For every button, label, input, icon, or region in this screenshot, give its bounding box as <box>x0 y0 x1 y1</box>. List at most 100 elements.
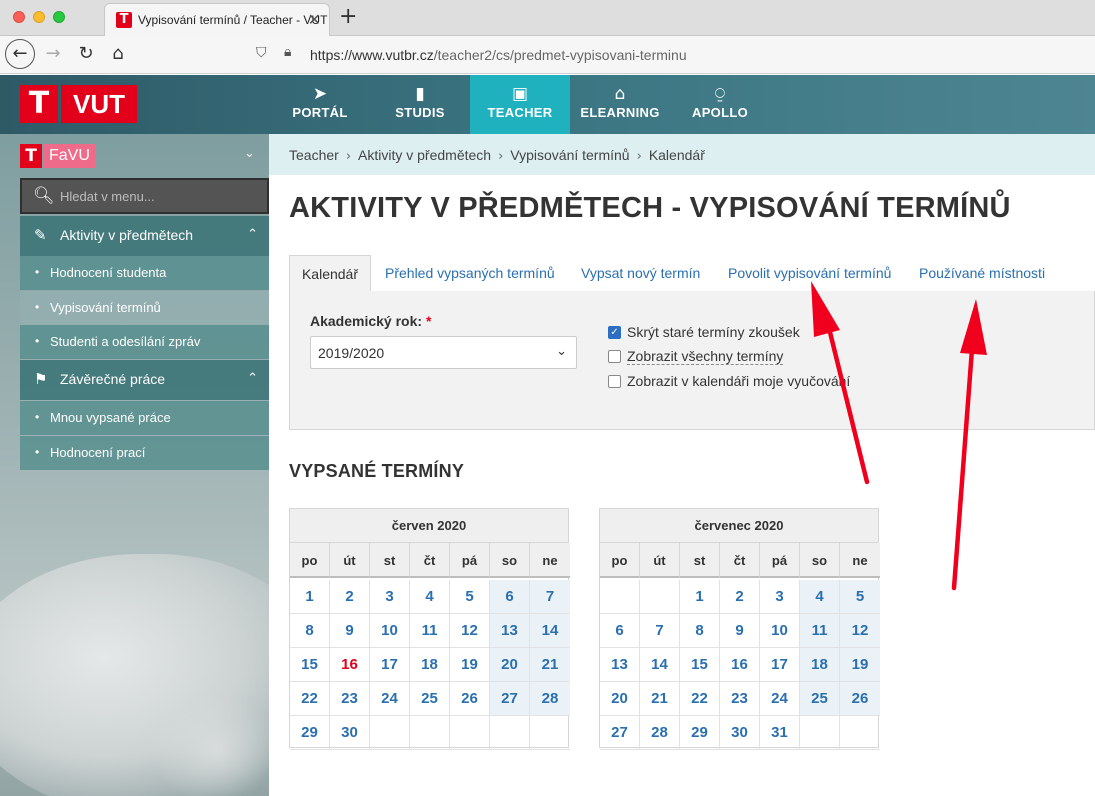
calendar-day[interactable]: 4 <box>800 580 840 614</box>
calendar-day[interactable]: 2 <box>720 580 760 614</box>
forward-arrow-icon[interactable]: → <box>38 39 68 69</box>
calendar-day[interactable]: 17 <box>370 648 410 682</box>
calendar-day[interactable]: 10 <box>370 614 410 648</box>
academic-year-select[interactable]: 2019/2020 ⌄ <box>310 336 577 369</box>
calendar-day[interactable]: 20 <box>600 682 640 716</box>
calendar-day[interactable]: 20 <box>490 648 530 682</box>
nav-teacher[interactable]: ▣ TEACHER <box>470 75 570 134</box>
calendar-day[interactable]: 8 <box>290 614 330 648</box>
calendar-day[interactable]: 26 <box>450 682 490 716</box>
nav-apollo[interactable]: ⍜ APOLLO <box>670 75 770 134</box>
calendar-day[interactable]: 5 <box>840 580 880 614</box>
sidebar-section-aktivity[interactable]: ✎ Aktivity v předmětech ⌃ <box>20 216 269 256</box>
close-tab-icon[interactable]: ✕ <box>308 10 321 30</box>
calendar-day[interactable]: 18 <box>410 648 450 682</box>
calendar-day[interactable]: 12 <box>840 614 880 648</box>
calendar-day[interactable]: 9 <box>330 614 370 648</box>
close-window-button[interactable] <box>13 11 25 23</box>
calendar-day[interactable]: 29 <box>290 716 330 750</box>
calendar-day[interactable]: 11 <box>410 614 450 648</box>
calendar-day[interactable]: 31 <box>760 716 800 750</box>
vut-logo[interactable]: T VUT <box>20 85 137 123</box>
calendar-day[interactable]: 14 <box>640 648 680 682</box>
sidebar-item-mnou-vypsane-prace[interactable]: • Mnou vypsané práce <box>20 401 269 435</box>
nav-portal[interactable]: ➤ PORTÁL <box>270 75 370 134</box>
calendar-day[interactable]: 24 <box>760 682 800 716</box>
calendar-day[interactable]: 22 <box>290 682 330 716</box>
calendar-day[interactable]: 27 <box>600 716 640 750</box>
calendar-day[interactable]: 9 <box>720 614 760 648</box>
calendar-day[interactable]: 28 <box>640 716 680 750</box>
calendar-day[interactable]: 29 <box>680 716 720 750</box>
calendar-day[interactable]: 25 <box>800 682 840 716</box>
back-arrow-icon[interactable]: ← <box>5 39 35 69</box>
sidebar-item-vypisovani-terminu[interactable]: • Vypisování termínů <box>20 291 269 325</box>
breadcrumb-item-teacher[interactable]: Teacher <box>289 147 339 163</box>
browser-tab[interactable]: T Vypisování termínů / Teacher - VUT ✕ <box>104 3 330 36</box>
calendar-day[interactable]: 1 <box>680 580 720 614</box>
calendar-day[interactable]: 27 <box>490 682 530 716</box>
chevron-down-icon[interactable]: ⌄ <box>244 146 255 161</box>
calendar-day[interactable]: 6 <box>600 614 640 648</box>
calendar-day[interactable]: 30 <box>330 716 370 750</box>
calendar-day[interactable]: 13 <box>490 614 530 648</box>
minimize-window-button[interactable] <box>33 11 45 23</box>
checkbox-unchecked[interactable] <box>608 375 621 388</box>
calendar-day[interactable]: 7 <box>530 580 570 614</box>
calendar-day[interactable]: 6 <box>490 580 530 614</box>
reload-icon[interactable]: ↻ <box>71 39 101 69</box>
nav-studis[interactable]: ▮ STUDIS <box>370 75 470 134</box>
calendar-day[interactable]: 16 <box>330 648 370 682</box>
calendar-day[interactable]: 4 <box>410 580 450 614</box>
tab-prehled-vypsanych-terminu[interactable]: Přehled vypsaných termínů <box>385 255 555 292</box>
calendar-day[interactable]: 30 <box>720 716 760 750</box>
calendar-day[interactable]: 2 <box>330 580 370 614</box>
sidebar-section-zaverecne-prace[interactable]: ⚑ Závěrečné práce ⌃ <box>20 360 269 400</box>
calendar-day[interactable]: 8 <box>680 614 720 648</box>
calendar-day[interactable]: 3 <box>370 580 410 614</box>
lock-icon[interactable]: 🔒︎ <box>284 44 291 60</box>
calendar-day[interactable]: 24 <box>370 682 410 716</box>
calendar-day[interactable]: 16 <box>720 648 760 682</box>
maximize-window-button[interactable] <box>53 11 65 23</box>
calendar-day[interactable]: 12 <box>450 614 490 648</box>
calendar-day[interactable]: 21 <box>640 682 680 716</box>
calendar-day[interactable]: 7 <box>640 614 680 648</box>
calendar-day[interactable]: 10 <box>760 614 800 648</box>
new-tab-button[interactable]: + <box>339 4 357 29</box>
calendar-day[interactable]: 28 <box>530 682 570 716</box>
faculty-selector[interactable]: T FaVU <box>20 144 95 168</box>
breadcrumb-item-aktivity[interactable]: Aktivity v předmětech <box>358 147 491 163</box>
address-bar[interactable]: ⛉ 🔒︎ https://www.vutbr.cz/teacher2/cs/pr… <box>248 41 1088 69</box>
calendar-day[interactable]: 18 <box>800 648 840 682</box>
calendar-day[interactable]: 19 <box>450 648 490 682</box>
sidebar-item-studenti[interactable]: • Studenti a odesílání zpráv <box>20 325 269 359</box>
calendar-day[interactable]: 21 <box>530 648 570 682</box>
checkbox-checked[interactable]: ✓ <box>608 326 621 339</box>
breadcrumb-item-vypisovani[interactable]: Vypisování termínů <box>510 147 629 163</box>
nav-elearning[interactable]: ⌂ ELEARNING <box>570 75 670 134</box>
calendar-day[interactable]: 23 <box>720 682 760 716</box>
sidebar-item-hodnoceni-studenta[interactable]: • Hodnocení studenta <box>20 256 269 290</box>
home-icon[interactable]: ⌂ <box>103 39 133 69</box>
url-text[interactable]: https://www.vutbr.cz/teacher2/cs/predmet… <box>310 47 687 63</box>
calendar-day[interactable]: 11 <box>800 614 840 648</box>
tab-pouzivane-mistnosti[interactable]: Používané místnosti <box>919 255 1045 292</box>
shield-icon[interactable]: ⛉ <box>256 45 267 61</box>
calendar-day[interactable]: 22 <box>680 682 720 716</box>
tab-kalendar[interactable]: Kalendář <box>289 255 371 292</box>
calendar-day[interactable]: 1 <box>290 580 330 614</box>
calendar-day[interactable]: 15 <box>290 648 330 682</box>
calendar-day[interactable]: 3 <box>760 580 800 614</box>
calendar-day[interactable]: 17 <box>760 648 800 682</box>
calendar-day[interactable]: 25 <box>410 682 450 716</box>
calendar-day[interactable]: 19 <box>840 648 880 682</box>
calendar-day[interactable]: 14 <box>530 614 570 648</box>
tab-povolit-vypisovani-terminu[interactable]: Povolit vypisování termínů <box>728 255 891 292</box>
calendar-day[interactable]: 26 <box>840 682 880 716</box>
checkbox-unchecked[interactable] <box>608 350 621 363</box>
calendar-day[interactable]: 23 <box>330 682 370 716</box>
tab-vypsat-novy-termin[interactable]: Vypsat nový termín <box>581 255 700 292</box>
calendar-day[interactable]: 13 <box>600 648 640 682</box>
sidebar-item-hodnoceni-praci[interactable]: • Hodnocení prací <box>20 436 269 470</box>
